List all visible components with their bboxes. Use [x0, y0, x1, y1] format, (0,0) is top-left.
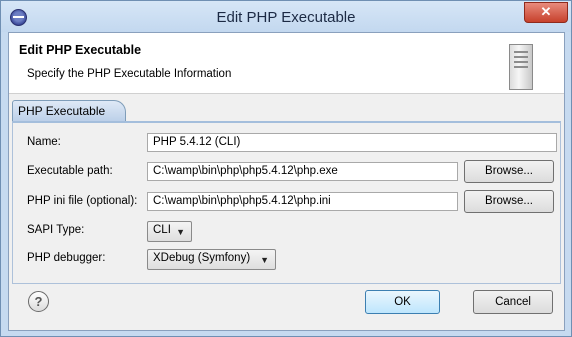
window-title: Edit PHP Executable [216, 9, 356, 26]
chevron-down-icon: ▼ [260, 255, 269, 265]
sapi-type-label: SAPI Type: [27, 224, 85, 236]
tab-bar: PHP Executable [9, 98, 564, 121]
header-title: Edit PHP Executable [19, 43, 142, 57]
php-debugger-value: XDebug (Symfony) [153, 252, 251, 264]
dialog-window: Edit PHP Executable ✕ Edit PHP Executabl… [0, 0, 572, 337]
chevron-down-icon: ▼ [176, 227, 185, 237]
tab-php-executable[interactable]: PHP Executable [12, 100, 127, 121]
help-icon[interactable]: ? [28, 291, 49, 312]
browse-executable-button[interactable]: Browse... [464, 160, 554, 183]
sapi-type-value: CLI [153, 224, 171, 236]
server-icon [509, 44, 533, 90]
ok-button[interactable]: OK [365, 290, 440, 314]
name-field[interactable]: PHP 5.4.12 (CLI) [147, 133, 557, 152]
close-button[interactable]: ✕ [524, 2, 568, 23]
title-bar: Edit PHP Executable ✕ [1, 1, 571, 32]
php-executable-panel: Name: PHP 5.4.12 (CLI) Executable path: … [12, 121, 561, 284]
php-ini-label: PHP ini file (optional): [27, 195, 138, 207]
executable-path-field[interactable]: C:\wamp\bin\php\php5.4.12\php.exe [147, 162, 458, 181]
cancel-button[interactable]: Cancel [473, 290, 553, 314]
header-description: Specify the PHP Executable Information [27, 68, 232, 80]
dialog-content: Edit PHP Executable Specify the PHP Exec… [8, 32, 565, 331]
dialog-header: Edit PHP Executable Specify the PHP Exec… [9, 33, 564, 94]
name-label: Name: [27, 136, 61, 148]
browse-ini-button[interactable]: Browse... [464, 190, 554, 213]
php-ini-field[interactable]: C:\wamp\bin\php\php5.4.12\php.ini [147, 192, 458, 211]
sapi-type-select[interactable]: CLI ▼ [147, 221, 192, 242]
php-debugger-label: PHP debugger: [27, 252, 106, 264]
dialog-footer: ? OK Cancel [9, 281, 564, 330]
executable-path-label: Executable path: [27, 165, 113, 177]
php-debugger-select[interactable]: XDebug (Symfony) ▼ [147, 249, 276, 270]
